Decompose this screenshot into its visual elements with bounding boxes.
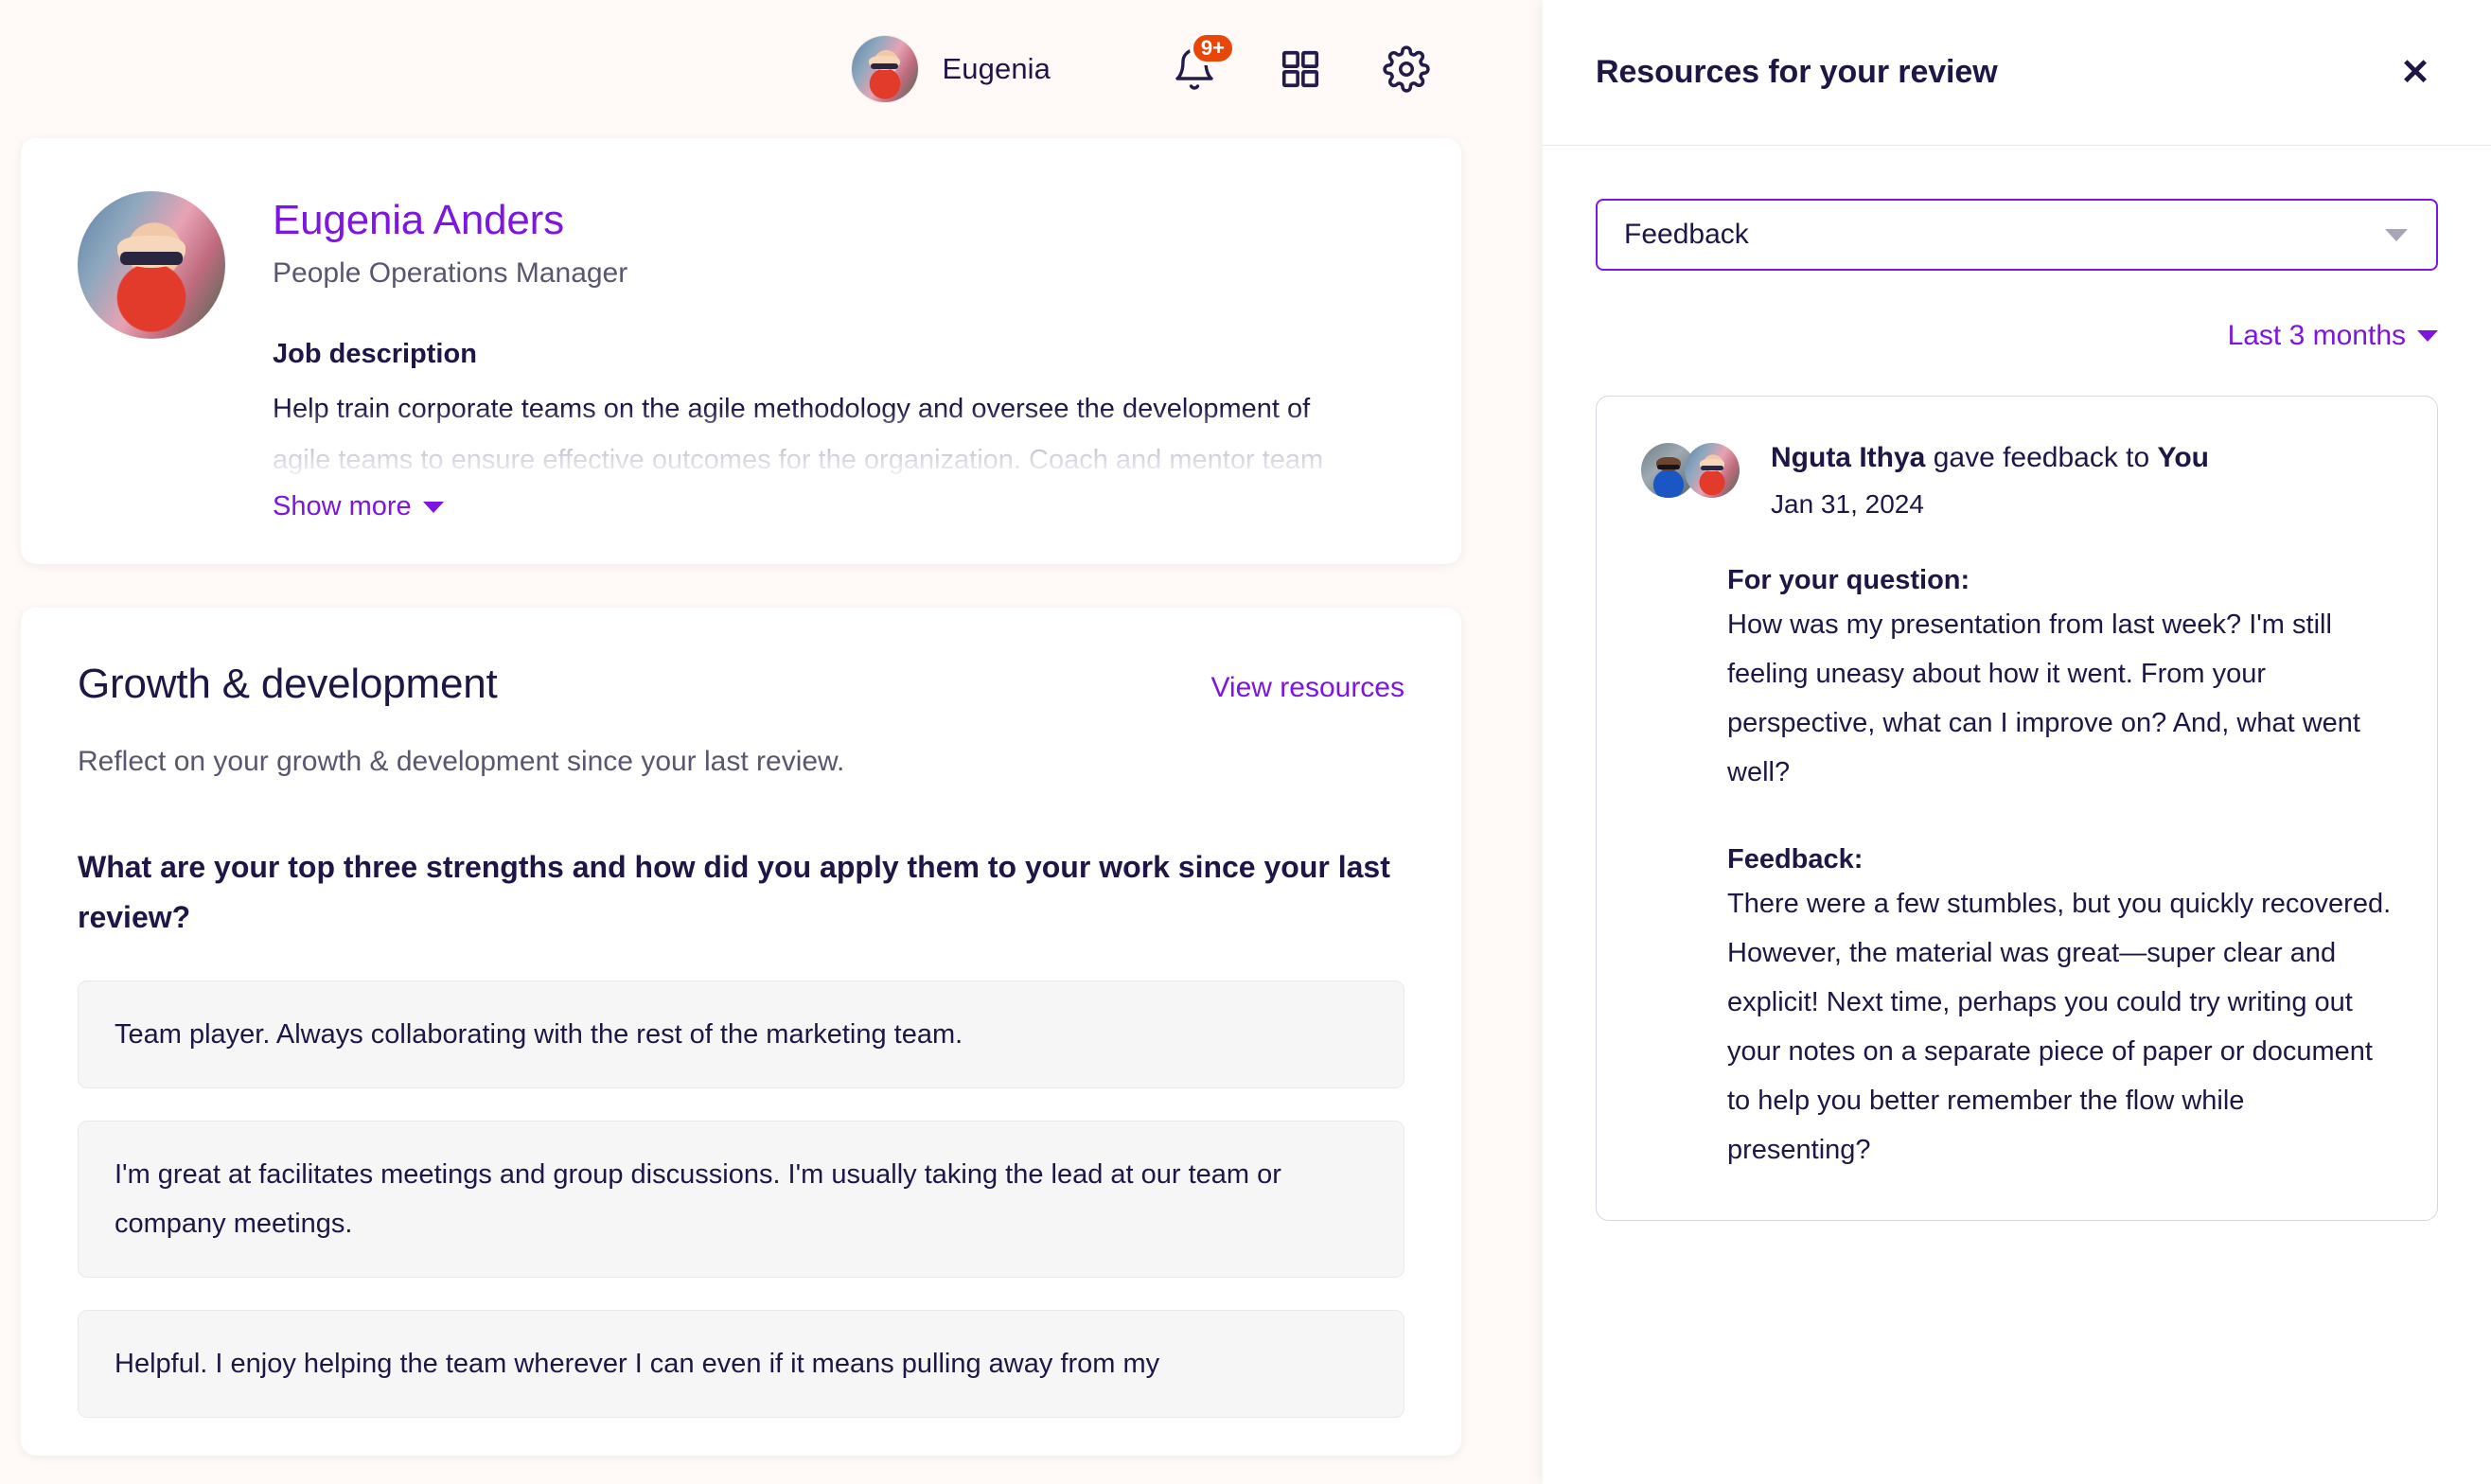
- feedback-question-section: For your question: How was my presentati…: [1638, 565, 2395, 797]
- growth-development-card: Growth & development View resources Refl…: [21, 608, 1461, 1456]
- user-name-label: Eugenia: [942, 52, 1051, 85]
- notifications-button[interactable]: 9+: [1160, 31, 1236, 103]
- profile-role: People Operations Manager: [273, 257, 628, 289]
- profile-avatar: [78, 191, 225, 339]
- resources-panel-header: Resources for your review ✕: [1543, 0, 2491, 146]
- growth-question: What are your top three strengths and ho…: [78, 850, 1390, 934]
- resources-panel-title: Resources for your review: [1596, 54, 1998, 90]
- resources-panel-body: Feedback Last 3 months Nguta Ithya gave …: [1543, 199, 2491, 1221]
- feedback-date: Jan 31, 2024: [1771, 489, 1924, 519]
- show-more-button[interactable]: Show more: [273, 491, 444, 522]
- avatar-stack: [1638, 436, 1742, 501]
- chevron-down-icon: [422, 501, 444, 513]
- time-filter-row: Last 3 months: [1596, 320, 2438, 352]
- notification-badge: 9+: [1189, 31, 1236, 65]
- job-description-label: Job description: [273, 339, 477, 369]
- profile-card: Eugenia Anders People Operations Manager…: [21, 138, 1461, 564]
- feedback-answer-text: There were a few stumbles, but you quick…: [1727, 889, 2392, 1165]
- avatar: [851, 36, 918, 102]
- job-description-container: Help train corporate teams on the agile …: [273, 383, 1404, 486]
- growth-title: Growth & development: [78, 661, 498, 707]
- apps-button[interactable]: [1266, 35, 1334, 103]
- profile-name: Eugenia Anders: [273, 197, 564, 243]
- feedback-answer-section: Feedback: There were a few stumbles, but…: [1638, 844, 2395, 1175]
- apps-grid-icon: [1281, 50, 1319, 88]
- feedback-recipient: You: [2157, 442, 2209, 473]
- app-root: Eugenia 9+ Eugenia Anders People Operati…: [0, 0, 2491, 1484]
- feedback-question-text: How was my presentation from last week? …: [1727, 610, 2360, 787]
- main-content-region: Eugenia 9+ Eugenia Anders People Operati…: [0, 0, 1543, 1484]
- chevron-down-icon: [2417, 330, 2438, 342]
- feedback-author: Nguta Ithya: [1771, 442, 1926, 473]
- gear-icon: [1383, 45, 1430, 93]
- close-icon[interactable]: ✕: [2389, 46, 2442, 99]
- feedback-answer-label: Feedback:: [1727, 844, 1864, 874]
- profile-details: Eugenia Anders People Operations Manager…: [273, 191, 1404, 522]
- view-resources-link[interactable]: View resources: [1210, 672, 1404, 704]
- feedback-card-header: Nguta Ithya gave feedback to You Jan 31,…: [1638, 436, 2395, 520]
- show-more-label: Show more: [273, 491, 412, 521]
- feedback-meta: Nguta Ithya gave feedback to You Jan 31,…: [1771, 436, 2209, 520]
- time-filter-dropdown[interactable]: Last 3 months: [2228, 320, 2438, 352]
- settings-button[interactable]: [1372, 35, 1440, 103]
- job-description-text: Help train corporate teams on the agile …: [273, 394, 1324, 475]
- chevron-down-icon: [2385, 228, 2408, 241]
- answer-field-3[interactable]: Helpful. I enjoy helping the team wherev…: [78, 1310, 1404, 1418]
- top-bar: Eugenia 9+: [0, 0, 1543, 138]
- resource-type-value: Feedback: [1624, 219, 1749, 250]
- avatar-recipient: [1682, 440, 1742, 501]
- feedback-card: Nguta Ithya gave feedback to You Jan 31,…: [1596, 396, 2438, 1221]
- answer-field-1[interactable]: Team player. Always collaborating with t…: [78, 980, 1404, 1088]
- feedback-attribution: Nguta Ithya gave feedback to You: [1771, 438, 2209, 478]
- feedback-question-label: For your question:: [1727, 565, 1970, 595]
- user-menu[interactable]: Eugenia: [851, 36, 1051, 102]
- answer-field-2[interactable]: I'm great at facilitates meetings and gr…: [78, 1121, 1404, 1278]
- feedback-action: gave feedback to: [1925, 442, 2158, 473]
- resource-type-select[interactable]: Feedback: [1596, 199, 2438, 271]
- growth-subtitle: Reflect on your growth & development sin…: [78, 746, 845, 777]
- resources-panel: Resources for your review ✕ Feedback Las…: [1543, 0, 2491, 1484]
- growth-header: Growth & development View resources: [78, 661, 1404, 708]
- time-filter-label: Last 3 months: [2227, 320, 2406, 351]
